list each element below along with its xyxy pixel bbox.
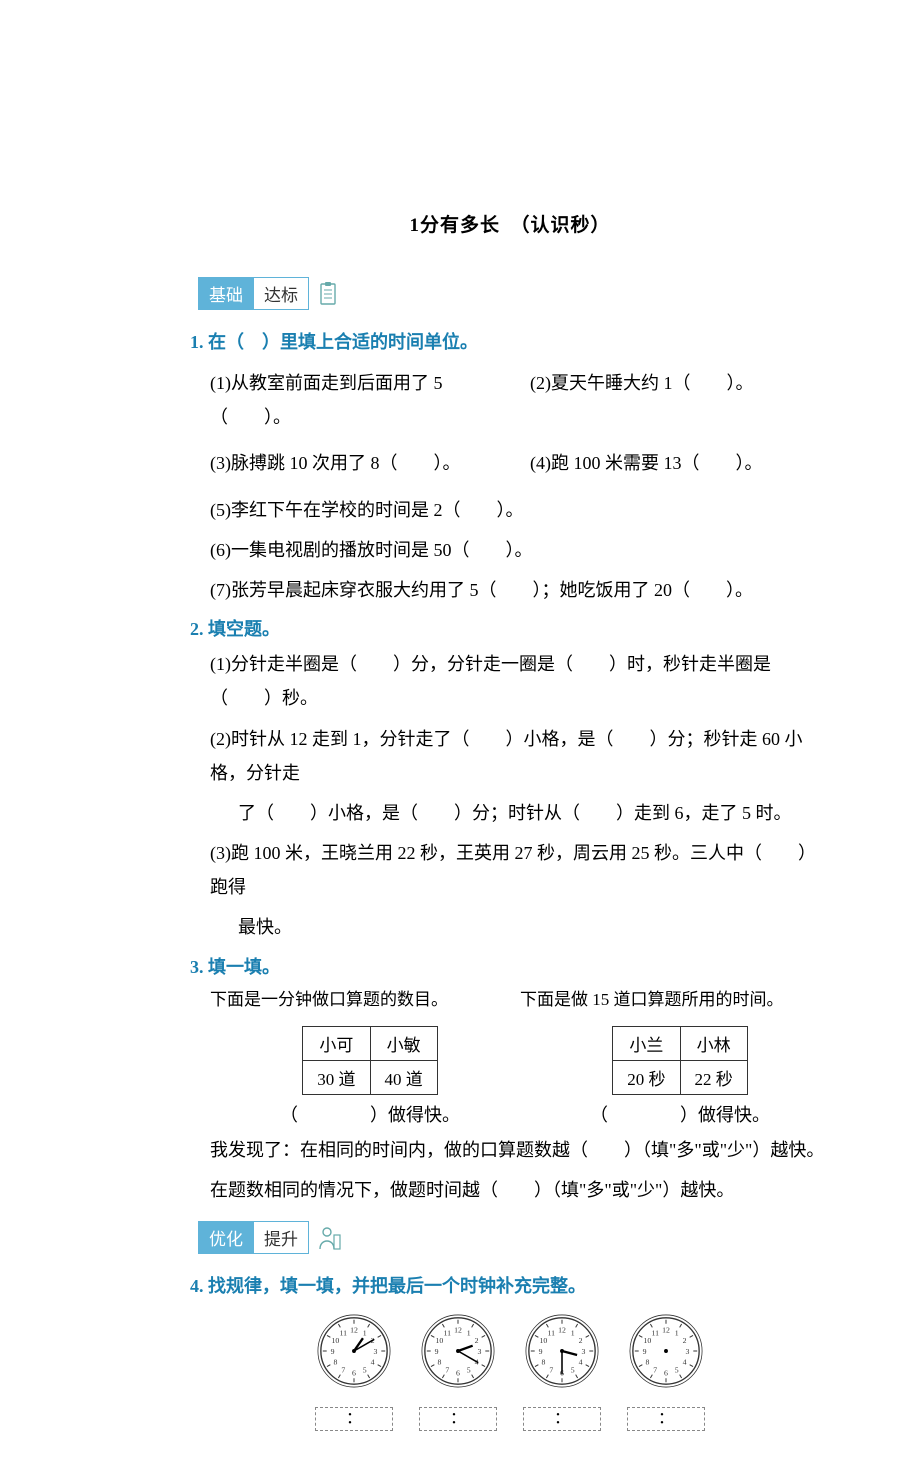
t1-v1: 30 道 xyxy=(303,1060,370,1094)
svg-text:8: 8 xyxy=(541,1358,545,1367)
svg-text:7: 7 xyxy=(445,1366,449,1375)
svg-text:9: 9 xyxy=(435,1347,439,1356)
svg-text:11: 11 xyxy=(444,1328,452,1337)
svg-text:3: 3 xyxy=(373,1347,377,1356)
q2-3a: (3)跑 100 米，王晓兰用 22 秒，王英用 27 秒，周云用 25 秒。三… xyxy=(210,836,830,904)
svg-text:9: 9 xyxy=(331,1347,335,1356)
table1-group: 小可 小敏 30 道 40 道 （ ）做得快。 xyxy=(280,1026,460,1127)
q1-3: (3)脉搏跳 10 次用了 8（ ）。 xyxy=(210,446,510,480)
q3-find2: 在题数相同的情况下，做题时间越（ ）（填"多"或"少"）越快。 xyxy=(210,1173,830,1207)
svg-text:12: 12 xyxy=(454,1325,462,1334)
svg-text:12: 12 xyxy=(558,1325,566,1334)
svg-text:10: 10 xyxy=(540,1336,548,1345)
svg-text:9: 9 xyxy=(539,1347,543,1356)
t2-under: （ ）做得快。 xyxy=(590,1101,770,1127)
q1-5: (5)李红下午在学校的时间是 2（ ）。 xyxy=(210,493,830,527)
svg-text:12: 12 xyxy=(350,1325,358,1334)
t1-v2: 40 道 xyxy=(370,1060,437,1094)
q4-head: 4. 找规律，填一填，并把最后一个时钟补充完整。 xyxy=(190,1272,830,1298)
svg-text:4: 4 xyxy=(683,1358,687,1367)
svg-text:11: 11 xyxy=(548,1328,556,1337)
svg-text:9: 9 xyxy=(643,1347,647,1356)
table2: 小兰 小林 20 秒 22 秒 xyxy=(612,1026,748,1095)
svg-text:6: 6 xyxy=(352,1368,356,1377)
q2-2a: (2)时针从 12 走到 1，分针走了（ ）小格，是（ ）分；秒针走 60 小格… xyxy=(210,722,830,790)
clock-2: 121234567891011 ： xyxy=(419,1312,497,1431)
svg-text:3: 3 xyxy=(581,1347,585,1356)
clock-3: 121234567891011 ： xyxy=(523,1312,601,1431)
q1-6: (6)一集电视剧的播放时间是 50（ ）。 xyxy=(210,533,830,567)
q3-intro2: 下面是做 15 道口算题所用的时间。 xyxy=(520,985,830,1010)
svg-text:8: 8 xyxy=(437,1358,441,1367)
svg-text:8: 8 xyxy=(333,1358,337,1367)
svg-text:4: 4 xyxy=(371,1358,375,1367)
q2-2b: 了（ ）小格，是（ ）分；时针从（ ）走到 6，走了 5 时。 xyxy=(238,796,830,830)
person-icon xyxy=(315,1225,343,1251)
svg-text:11: 11 xyxy=(340,1328,348,1337)
badge-basic: 基础 达标 xyxy=(198,277,830,310)
badge-improve: 优化 提升 xyxy=(198,1221,830,1254)
timebox-2: ： xyxy=(419,1407,497,1431)
q2-3b: 最快。 xyxy=(238,910,830,944)
svg-text:10: 10 xyxy=(332,1336,340,1345)
svg-text:2: 2 xyxy=(475,1336,479,1345)
clock-1: 121234567891011 ： xyxy=(315,1312,393,1431)
svg-text:4: 4 xyxy=(579,1358,583,1367)
svg-text:3: 3 xyxy=(477,1347,481,1356)
svg-text:6: 6 xyxy=(456,1368,460,1377)
timebox-1: ： xyxy=(315,1407,393,1431)
svg-text:7: 7 xyxy=(341,1366,345,1375)
badge-basic-left: 基础 xyxy=(198,277,254,310)
svg-text:10: 10 xyxy=(436,1336,444,1345)
svg-text:2: 2 xyxy=(683,1336,687,1345)
clocks-row: 121234567891011 ： 121234567891011 ： 1212… xyxy=(190,1312,830,1431)
q3-find1: 我发现了：在相同的时间内，做的口算题数越（ ）（填"多"或"少"）越快。 xyxy=(210,1133,830,1167)
svg-text:2: 2 xyxy=(579,1336,583,1345)
svg-text:1: 1 xyxy=(571,1328,575,1337)
badge-improve-left: 优化 xyxy=(198,1221,254,1254)
t2-v2: 22 秒 xyxy=(680,1060,747,1094)
q3-intro1: 下面是一分钟做口算题的数目。 xyxy=(210,985,520,1010)
svg-text:1: 1 xyxy=(363,1328,367,1337)
svg-text:5: 5 xyxy=(467,1366,471,1375)
svg-text:5: 5 xyxy=(363,1366,367,1375)
badge-basic-right: 达标 xyxy=(254,277,309,310)
q2-1: (1)分针走半圈是（ ）分，分针走一圈是（ ）时，秒针走半圈是（ ）秒。 xyxy=(210,647,830,715)
svg-text:7: 7 xyxy=(653,1366,657,1375)
svg-text:5: 5 xyxy=(571,1366,575,1375)
svg-text:6: 6 xyxy=(664,1368,668,1377)
svg-text:10: 10 xyxy=(644,1336,652,1345)
q1-head: 1. 在（ ）里填上合适的时间单位。 xyxy=(190,328,830,354)
svg-text:11: 11 xyxy=(652,1328,660,1337)
page-title: 1分有多长 （认识秒） xyxy=(190,210,830,237)
q3-head: 3. 填一填。 xyxy=(190,953,830,979)
t1-h2: 小敏 xyxy=(370,1026,437,1060)
svg-text:12: 12 xyxy=(662,1325,670,1334)
svg-text:5: 5 xyxy=(675,1366,679,1375)
svg-text:1: 1 xyxy=(675,1328,679,1337)
table2-group: 小兰 小林 20 秒 22 秒 （ ）做得快。 xyxy=(590,1026,770,1127)
q1-4: (4)跑 100 米需要 13（ ）。 xyxy=(530,446,830,480)
clipboard-icon xyxy=(315,281,343,307)
t1-h1: 小可 xyxy=(303,1026,370,1060)
svg-text:1: 1 xyxy=(467,1328,471,1337)
timebox-4: ： xyxy=(627,1407,705,1431)
timebox-3: ： xyxy=(523,1407,601,1431)
badge-improve-right: 提升 xyxy=(254,1221,309,1254)
t1-under: （ ）做得快。 xyxy=(280,1101,460,1127)
q1-1: (1)从教室前面走到后面用了 5（ ）。 xyxy=(210,366,510,434)
q1-2: (2)夏天午睡大约 1（ ）。 xyxy=(530,366,830,434)
svg-text:7: 7 xyxy=(549,1366,553,1375)
t2-h1: 小兰 xyxy=(613,1026,680,1060)
table1: 小可 小敏 30 道 40 道 xyxy=(302,1026,438,1095)
svg-text:8: 8 xyxy=(645,1358,649,1367)
t2-h2: 小林 xyxy=(680,1026,747,1060)
clock-4: 12 12 3 45678 9 1011 ： xyxy=(627,1312,705,1431)
q1-7: (7)张芳早晨起床穿衣服大约用了 5（ ）；她吃饭用了 20（ ）。 xyxy=(210,573,830,607)
q2-head: 2. 填空题。 xyxy=(190,615,830,641)
svg-text:3: 3 xyxy=(685,1347,689,1356)
t2-v1: 20 秒 xyxy=(613,1060,680,1094)
